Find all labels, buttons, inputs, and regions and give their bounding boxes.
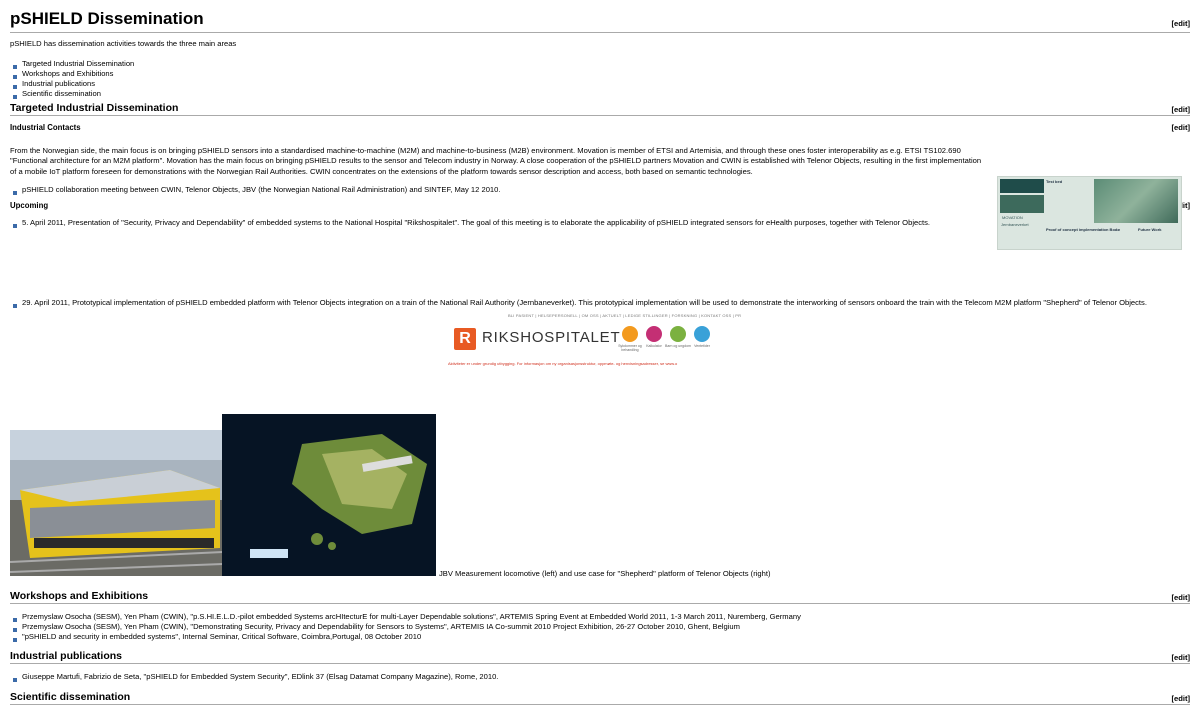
- banner-footer: Aktiviteter er under grundig utbygging. …: [448, 361, 678, 366]
- edit-link-publications[interactable]: [edit]: [1171, 651, 1190, 665]
- poster-logo-text: MOVATION: [1002, 215, 1023, 220]
- shortcut-icon: [646, 326, 662, 342]
- poster-text: Future Work: [1138, 227, 1162, 232]
- rikshospitalet-banner[interactable]: BLI PASIENT | HELSEPERSONELL | OM OSS | …: [446, 310, 768, 368]
- workshops-list: Przemyslaw Osocha (SESM), Yen Pham (CWIN…: [10, 612, 1190, 642]
- area-item[interactable]: Industrial publications: [10, 79, 1190, 89]
- area-item[interactable]: Workshops and Exhibitions: [10, 69, 1190, 79]
- shortcut-icon: [622, 326, 638, 342]
- page-title-text: pSHIELD Dissemination: [10, 9, 204, 28]
- publications-list: Giuseppe Martufi, Fabrizio de Seta, "pSH…: [10, 672, 1190, 682]
- shortcut-label: Ventetider: [694, 344, 710, 348]
- contacts-paragraph: From the Norwegian side, the main focus …: [10, 145, 982, 176]
- poster-image-block: [1000, 195, 1044, 213]
- section-heading-text: Targeted Industrial Dissemination: [10, 101, 179, 114]
- list-item: Przemyslaw Osocha (SESM), Yen Pham (CWIN…: [10, 622, 1190, 632]
- poster-text: Proof of concept implementation Bodø: [1046, 227, 1120, 232]
- poster-logo-text: Jernbaneverket: [1001, 222, 1029, 227]
- section-heading-text: Industrial publications: [10, 650, 123, 662]
- subheading-text: Upcoming: [10, 201, 49, 210]
- list-item: Giuseppe Martufi, Fabrizio de Seta, "pSH…: [10, 672, 1190, 682]
- section-heading-publications: Industrial publications [edit]: [10, 649, 1190, 664]
- section-heading-scientific: Scientific dissemination [edit]: [10, 690, 1190, 705]
- shortcut-icon: [670, 326, 686, 342]
- area-item[interactable]: Scientific dissemination: [10, 89, 1190, 99]
- edit-link-workshops[interactable]: [edit]: [1171, 591, 1190, 605]
- section-heading-workshops: Workshops and Exhibitions [edit]: [10, 589, 1190, 604]
- page-title: pSHIELD Dissemination [edit]: [10, 8, 1190, 33]
- poster-thumbnail[interactable]: Test bed MOVATION Jernbaneverket Proof o…: [997, 176, 1182, 250]
- edit-link-scientific[interactable]: [edit]: [1171, 692, 1190, 706]
- poster-photo: [1094, 179, 1178, 223]
- locomotive-photo[interactable]: [10, 430, 223, 576]
- edit-link-title[interactable]: [edit]: [1171, 13, 1190, 35]
- shepherd-usecase-illustration[interactable]: [222, 414, 436, 576]
- list-item: 29. April 2011, Prototypical implementat…: [10, 298, 1190, 308]
- intro-text: pSHIELD has dissemination activities tow…: [10, 39, 237, 48]
- section-heading-text: Scientific dissemination: [10, 691, 131, 703]
- banner-logo-name: RIKSHOSPITALET: [482, 329, 621, 346]
- areas-list: Targeted Industrial Dissemination Worksh…: [10, 59, 1190, 99]
- list-item: Przemyslaw Osocha (SESM), Yen Pham (CWIN…: [10, 612, 1190, 622]
- locomotive-illustration: [10, 430, 223, 576]
- island-illustration: [222, 414, 436, 576]
- section-heading-targeted: Targeted Industrial Dissemination [edit]: [10, 101, 1190, 116]
- area-item[interactable]: Targeted Industrial Dissemination: [10, 59, 1190, 69]
- article: pSHIELD Dissemination [edit] pSHIELD has…: [10, 8, 1190, 308]
- list-item: "pSHIELD and security in embedded system…: [10, 632, 1190, 642]
- banner-nav: BLI PASIENT | HELSEPERSONELL | OM OSS | …: [508, 313, 742, 318]
- shortcut-icon: [694, 326, 710, 342]
- section-heading-text: Workshops and Exhibitions: [10, 590, 149, 602]
- rikshospitalet-logo-icon: R: [454, 328, 476, 350]
- upcoming-list-2: 29. April 2011, Prototypical implementat…: [10, 298, 1190, 308]
- subheading-industrial-contacts: Industrial Contacts [edit]: [10, 122, 1190, 134]
- edit-link-targeted[interactable]: [edit]: [1171, 103, 1190, 117]
- poster-text: Test bed: [1046, 179, 1063, 184]
- poster-header-block: [1000, 179, 1044, 193]
- edit-link-contacts[interactable]: [edit]: [1171, 122, 1190, 134]
- subheading-text: Industrial Contacts: [10, 122, 81, 132]
- photo-caption: JBV Measurement locomotive (left) and us…: [439, 569, 771, 578]
